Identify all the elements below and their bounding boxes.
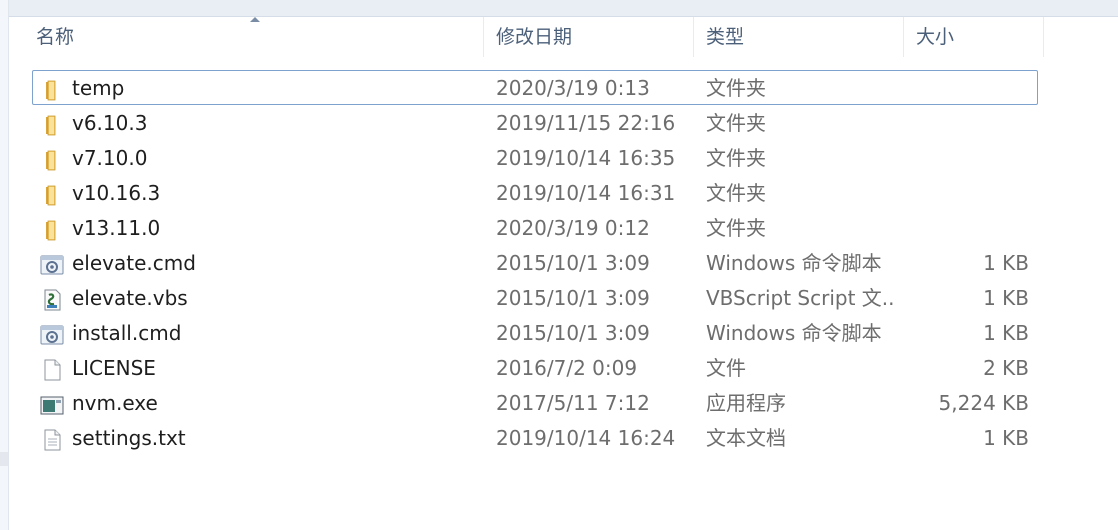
file-date: 2019/10/14 16:31 (496, 181, 676, 205)
file-size: 2 KB (983, 356, 1029, 380)
toolbar-strip (0, 0, 1118, 17)
text-file-icon (40, 427, 64, 451)
folder-icon (40, 182, 64, 206)
column-header-size[interactable]: 大小 (904, 17, 1044, 57)
file-name[interactable]: temp (72, 71, 124, 106)
file-name[interactable]: elevate.cmd (72, 246, 196, 281)
file-size: 1 KB (983, 286, 1029, 310)
sort-ascending-icon (250, 17, 260, 22)
file-row[interactable]: elevate.vbs 2015/10/1 3:09 VBScript Script… (32, 280, 1038, 315)
file-type: 文件夹 (706, 146, 766, 170)
navigation-pane-edge[interactable] (0, 0, 9, 530)
vbs-script-icon (40, 287, 64, 311)
file-type: 文件夹 (706, 76, 766, 100)
blank-file-icon (40, 357, 64, 381)
file-row[interactable]: elevate.cmd 2015/10/1 3:09 Windows 命令脚本 1 K… (32, 245, 1038, 280)
file-type: 文件夹 (706, 111, 766, 135)
file-type: 文本文档 (706, 426, 786, 450)
file-date: 2019/11/15 22:16 (496, 111, 676, 135)
column-header-bar: 名称 修改日期 类型 大小 (24, 17, 1044, 57)
file-date: 2015/10/1 3:09 (496, 321, 650, 345)
file-row[interactable]: v10.16.3 2019/10/14 16:31 文件夹 (32, 175, 1038, 210)
file-type: 文件夹 (706, 181, 766, 205)
file-row[interactable]: v13.11.0 2020/3/19 0:12 文件夹 (32, 210, 1038, 245)
file-date: 2015/10/1 3:09 (496, 251, 650, 275)
file-name[interactable]: v7.10.0 (72, 141, 147, 176)
file-row[interactable]: nvm.exe 2017/5/11 7:12 应用程序 5,224 KB (32, 385, 1038, 420)
file-name[interactable]: v6.10.3 (72, 106, 147, 141)
file-type: 应用程序 (706, 391, 786, 415)
file-row[interactable]: LICENSE 2016/7/2 0:09 文件 2 KB (32, 350, 1038, 385)
file-name[interactable]: settings.txt (72, 421, 186, 456)
file-date: 2019/10/14 16:35 (496, 146, 676, 170)
file-row[interactable]: v7.10.0 2019/10/14 16:35 文件夹 (32, 140, 1038, 175)
file-date: 2015/10/1 3:09 (496, 286, 650, 310)
file-date: 2016/7/2 0:09 (496, 356, 638, 380)
file-size: 5,224 KB (938, 391, 1029, 415)
file-explorer-window: 名称 修改日期 类型 大小 temp 2020/3/19 0:13 文件夹 v6.10… (0, 0, 1118, 530)
file-row[interactable]: install.cmd 2015/10/1 3:09 Windows 命令脚本 1 K… (32, 315, 1038, 350)
file-date: 2019/10/14 16:24 (496, 426, 676, 450)
column-header-type[interactable]: 类型 (694, 17, 904, 57)
file-name[interactable]: v13.11.0 (72, 211, 160, 246)
file-name[interactable]: v10.16.3 (72, 176, 160, 211)
scrollbar-notch[interactable] (0, 452, 8, 466)
file-date: 2020/3/19 0:12 (496, 216, 650, 240)
file-size: 1 KB (983, 426, 1029, 450)
file-type: Windows 命令脚本 (706, 321, 882, 345)
column-header-name[interactable]: 名称 (24, 17, 484, 57)
file-list: temp 2020/3/19 0:13 文件夹 v6.10.3 2019/11/15 2… (32, 70, 1038, 455)
file-type: 文件 (706, 356, 746, 380)
exe-app-icon (40, 392, 64, 415)
file-date: 2020/3/19 0:13 (496, 76, 650, 100)
file-size: 1 KB (983, 251, 1029, 275)
file-size: 1 KB (983, 321, 1029, 345)
file-name[interactable]: install.cmd (72, 316, 181, 351)
file-name[interactable]: LICENSE (72, 351, 156, 386)
folder-icon (40, 77, 64, 101)
file-type: VBScript Script 文... (706, 286, 896, 310)
file-type: 文件夹 (706, 216, 766, 240)
file-type: Windows 命令脚本 (706, 251, 882, 275)
file-row[interactable]: v6.10.3 2019/11/15 22:16 文件夹 (32, 105, 1038, 140)
folder-icon (40, 112, 64, 136)
file-name[interactable]: nvm.exe (72, 386, 158, 421)
cmd-script-icon (40, 322, 64, 345)
file-row[interactable]: settings.txt 2019/10/14 16:24 文本文档 1 KB (32, 420, 1038, 455)
folder-icon (40, 147, 64, 171)
folder-icon (40, 217, 64, 241)
file-name[interactable]: elevate.vbs (72, 281, 188, 316)
cmd-script-icon (40, 252, 64, 275)
column-header-date[interactable]: 修改日期 (484, 17, 694, 57)
file-row[interactable]: temp 2020/3/19 0:13 文件夹 (32, 70, 1038, 105)
file-date: 2017/5/11 7:12 (496, 391, 650, 415)
